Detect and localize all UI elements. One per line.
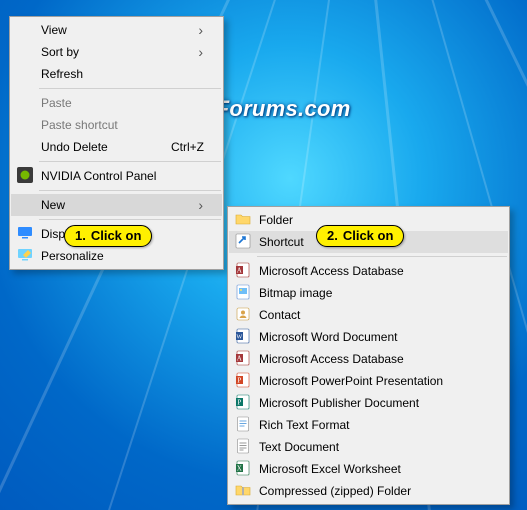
menu-item-refresh[interactable]: Refresh xyxy=(11,63,222,85)
menu-item-paste: Paste xyxy=(11,92,222,114)
display-settings-icon xyxy=(17,225,33,241)
excel-icon: X xyxy=(235,460,251,476)
submenu-item-access-database-2[interactable]: A Microsoft Access Database xyxy=(229,348,508,370)
svg-text:X: X xyxy=(237,465,242,473)
submenu-item-text-document[interactable]: Text Document xyxy=(229,436,508,458)
callout-text: Click on xyxy=(343,228,394,243)
chevron-right-icon: › xyxy=(198,197,204,213)
submenu-item-access-database[interactable]: A Microsoft Access Database xyxy=(229,260,508,282)
menu-item-paste-shortcut: Paste shortcut xyxy=(11,114,222,136)
menu-item-nvidia-control-panel[interactable]: NVIDIA Control Panel xyxy=(11,165,222,187)
callout-step-1: 1. Click on xyxy=(64,225,152,247)
submenu-item-bitmap-image[interactable]: Bitmap image xyxy=(229,282,508,304)
menu-item-personalize[interactable]: Personalize xyxy=(11,245,222,267)
menu-item-view[interactable]: View › xyxy=(11,19,222,41)
menu-item-label: Personalize xyxy=(41,249,204,263)
menu-separator xyxy=(39,161,221,162)
keyboard-shortcut: Ctrl+Z xyxy=(171,140,204,154)
svg-text:P: P xyxy=(237,399,241,407)
submenu-item-compressed-folder[interactable]: Compressed (zipped) Folder xyxy=(229,480,508,502)
zip-folder-icon xyxy=(235,482,251,498)
personalize-icon xyxy=(17,247,33,263)
submenu-item-excel-worksheet[interactable]: X Microsoft Excel Worksheet xyxy=(229,458,508,480)
submenu-item-label: Microsoft PowerPoint Presentation xyxy=(259,374,490,388)
text-document-icon xyxy=(235,438,251,454)
menu-item-label: Refresh xyxy=(41,67,204,81)
submenu-item-powerpoint-presentation[interactable]: P Microsoft PowerPoint Presentation xyxy=(229,370,508,392)
menu-item-label: Undo Delete xyxy=(41,140,151,154)
submenu-item-label: Rich Text Format xyxy=(259,418,490,432)
submenu-item-contact[interactable]: Contact xyxy=(229,304,508,326)
submenu-item-label: Microsoft Access Database xyxy=(259,352,490,366)
contact-icon xyxy=(235,306,251,322)
nvidia-icon xyxy=(17,167,33,183)
menu-item-undo-delete[interactable]: Undo Delete Ctrl+Z xyxy=(11,136,222,158)
submenu-item-label: Compressed (zipped) Folder xyxy=(259,484,490,498)
callout-step-2: 2. Click on xyxy=(316,225,404,247)
menu-item-sort-by[interactable]: Sort by › xyxy=(11,41,222,63)
publisher-icon: P xyxy=(235,394,251,410)
submenu-item-publisher-document[interactable]: P Microsoft Publisher Document xyxy=(229,392,508,414)
submenu-item-word-document[interactable]: W Microsoft Word Document xyxy=(229,326,508,348)
menu-item-label: NVIDIA Control Panel xyxy=(41,169,204,183)
svg-text:A: A xyxy=(237,267,242,275)
menu-item-label: Sort by xyxy=(41,45,198,59)
menu-separator xyxy=(39,88,221,89)
bitmap-icon xyxy=(235,284,251,300)
submenu-item-label: Microsoft Word Document xyxy=(259,330,490,344)
callout-text: Click on xyxy=(91,228,142,243)
powerpoint-icon: P xyxy=(235,372,251,388)
chevron-right-icon: › xyxy=(198,44,204,60)
submenu-item-label: Bitmap image xyxy=(259,286,490,300)
menu-separator xyxy=(39,219,221,220)
folder-icon xyxy=(235,211,251,227)
shortcut-icon xyxy=(235,233,251,249)
access-icon: A xyxy=(235,350,251,366)
menu-item-new[interactable]: New › xyxy=(11,194,222,216)
menu-item-label: View xyxy=(41,23,198,37)
rtf-icon xyxy=(235,416,251,432)
access-icon: A xyxy=(235,262,251,278)
menu-item-label: New xyxy=(41,198,198,212)
svg-text:P: P xyxy=(237,377,241,385)
callout-number: 2. xyxy=(327,228,338,243)
word-icon: W xyxy=(235,328,251,344)
menu-separator xyxy=(39,190,221,191)
submenu-item-rich-text-format[interactable]: Rich Text Format xyxy=(229,414,508,436)
submenu-item-label: Microsoft Access Database xyxy=(259,264,490,278)
callout-number: 1. xyxy=(75,228,86,243)
svg-text:A: A xyxy=(237,355,242,363)
submenu-item-label: Microsoft Publisher Document xyxy=(259,396,490,410)
menu-item-label: Paste xyxy=(41,96,204,110)
submenu-item-label: Text Document xyxy=(259,440,490,454)
new-submenu: Folder Shortcut A Microsoft Access Datab… xyxy=(227,206,510,505)
menu-item-label: Paste shortcut xyxy=(41,118,204,132)
submenu-item-label: Contact xyxy=(259,308,490,322)
svg-text:W: W xyxy=(236,334,242,341)
chevron-right-icon: › xyxy=(198,22,204,38)
menu-separator xyxy=(257,256,507,257)
submenu-item-label: Microsoft Excel Worksheet xyxy=(259,462,490,476)
